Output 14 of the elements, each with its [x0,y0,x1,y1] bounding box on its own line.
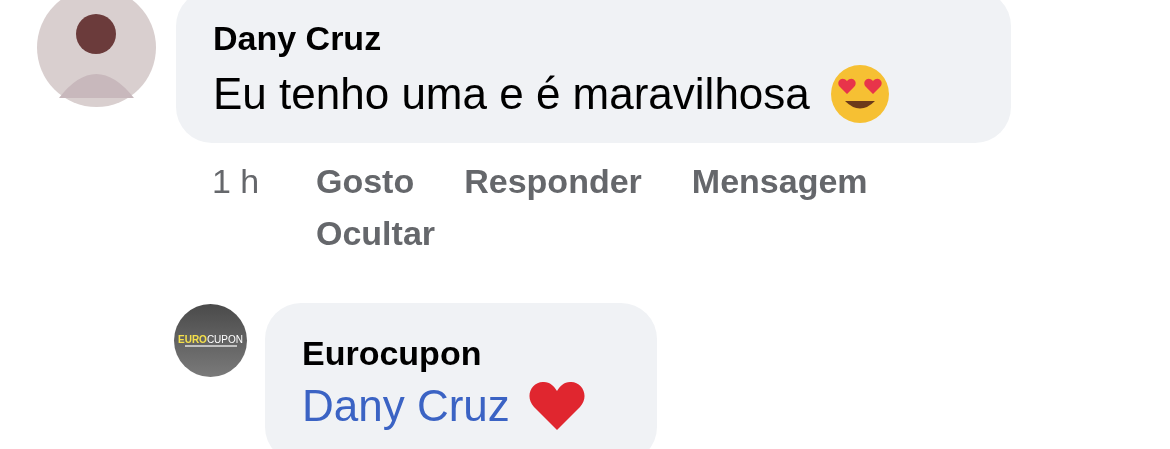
logo-avatar[interactable]: EUROCUPON [174,304,247,377]
action-link[interactable]: Ocultar [316,207,436,259]
avatar-icon[interactable] [37,0,156,107]
heart-emoji-icon [527,380,586,432]
author-name[interactable]: Eurocupon [302,333,482,373]
heart-eyes-emoji-icon [829,64,890,124]
comment-text: Eu tenho uma e é maravilhosa [213,68,810,120]
logo-text: EUROCUPON [178,334,243,345]
mention-link[interactable]: Dany Cruz [302,379,510,433]
action-link[interactable]: Gosto [316,155,415,207]
action-link[interactable]: Mensagem [691,155,868,207]
timestamp: 1 h [212,161,261,202]
action-link[interactable]: Responder [464,155,642,207]
author-name[interactable]: Dany Cruz [213,18,382,58]
